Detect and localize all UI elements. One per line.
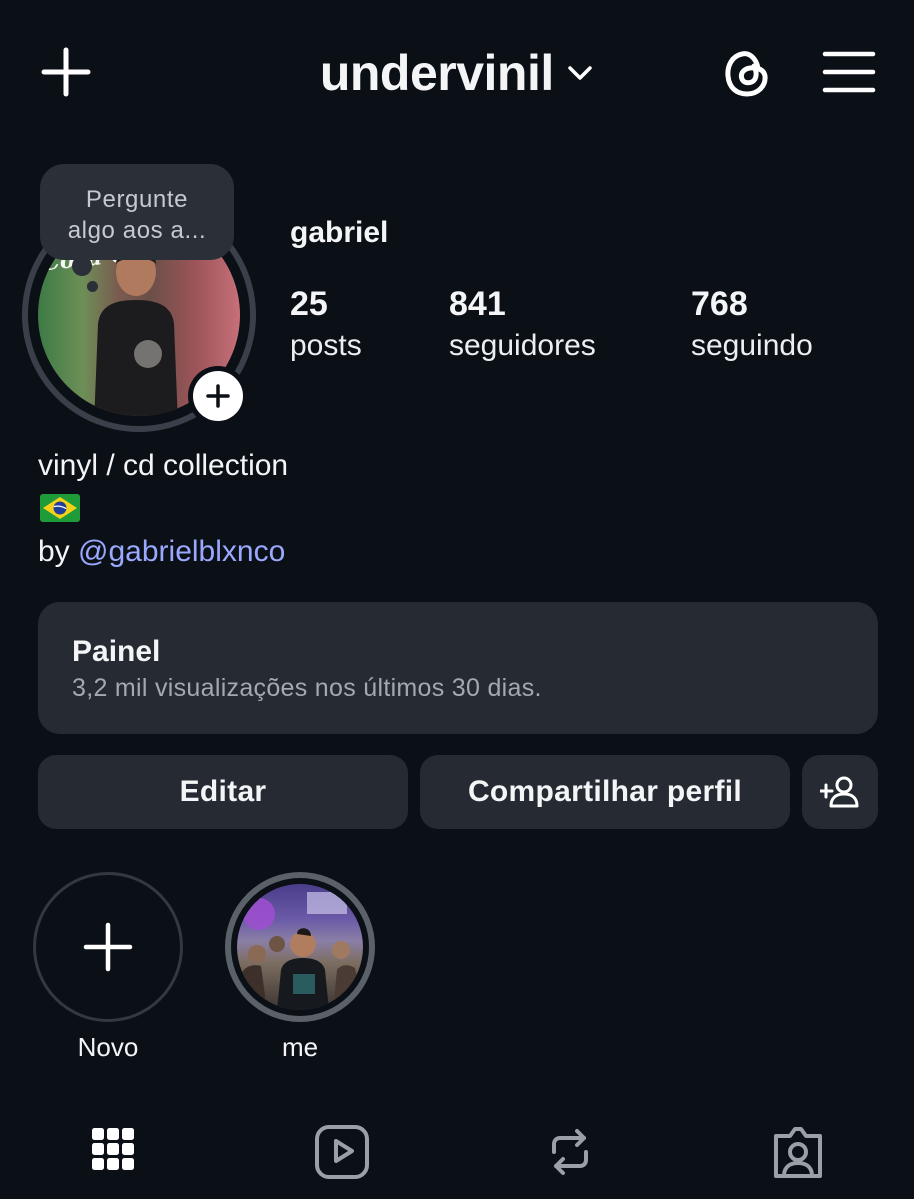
chevron-down-icon: [568, 66, 592, 80]
stat-posts[interactable]: 25 posts: [290, 284, 362, 368]
stat-following-label: seguindo: [691, 329, 813, 362]
discover-people-button[interactable]: [802, 755, 878, 829]
menu-button[interactable]: [822, 48, 876, 96]
highlight-me-label: me: [281, 1032, 319, 1062]
crowd-photo: [237, 892, 363, 1010]
stat-followers[interactable]: 841 seguidores: [449, 284, 596, 368]
stat-following[interactable]: 768 seguindo: [691, 284, 813, 368]
share-profile-button[interactable]: Compartilhar perfil: [420, 755, 790, 829]
edit-profile-button[interactable]: Editar: [38, 755, 408, 829]
person-figure: [94, 248, 178, 416]
bio-text: vinyl / cd collection: [38, 449, 289, 482]
tagged-icon: [774, 1127, 822, 1178]
stat-posts-value: 25: [290, 285, 328, 323]
add-person-icon: [820, 776, 859, 808]
plus-icon: [83, 922, 133, 972]
tab-reposts[interactable]: [540, 1122, 600, 1182]
add-story-button[interactable]: [188, 366, 248, 426]
dashboard-title: Painel: [72, 635, 161, 668]
note-text-line2: algo aos a...: [67, 217, 207, 244]
tab-posts-grid[interactable]: [84, 1122, 144, 1182]
highlight-new-ring: [33, 872, 183, 1022]
highlight-me-cover: [237, 884, 363, 1010]
bio-byline: by @gabrielblxnco: [38, 532, 285, 572]
note-bubble-tail-small: [87, 281, 98, 292]
note-bubble-tail: [72, 256, 92, 276]
highlight-new-label: Novo: [77, 1032, 139, 1062]
highlight-me-ring: [225, 872, 375, 1022]
bio-mention-link[interactable]: @gabrielblxnco: [78, 535, 285, 568]
professional-dashboard[interactable]: Painel 3,2 mil visualizações nos últimos…: [38, 602, 878, 734]
profile-name: gabriel: [290, 216, 389, 249]
note-bubble[interactable]: Pergunte algo aos a...: [40, 164, 234, 260]
hamburger-menu-icon: [822, 51, 876, 93]
stat-followers-value: 841: [449, 285, 506, 323]
threads-button[interactable]: [718, 44, 776, 102]
threads-icon: [725, 51, 768, 97]
account-switcher[interactable]: undervinil: [0, 44, 914, 104]
top-bar: undervinil: [0, 0, 914, 150]
header-username: undervinil: [319, 45, 554, 101]
bio-by-prefix: by: [38, 535, 79, 568]
stat-followers-label: seguidores: [449, 329, 596, 362]
reposts-icon: [552, 1129, 588, 1175]
plus-icon: [206, 384, 230, 408]
stat-posts-label: posts: [290, 329, 362, 362]
stat-following-value: 768: [691, 285, 748, 323]
profile-screen: undervinil Coca-Cola: [0, 0, 914, 1199]
highlight-new[interactable]: Novo: [33, 872, 183, 1063]
highlight-me[interactable]: me: [225, 872, 375, 1063]
tab-tagged[interactable]: [768, 1122, 828, 1182]
flag-brazil-icon: [40, 494, 80, 522]
grid-icon: [92, 1128, 134, 1170]
reels-icon: [315, 1125, 369, 1179]
tab-reels[interactable]: [312, 1122, 372, 1182]
dashboard-subtitle: 3,2 mil visualizações nos últimos 30 dia…: [72, 674, 542, 702]
note-text-line1: Pergunte: [85, 186, 189, 213]
